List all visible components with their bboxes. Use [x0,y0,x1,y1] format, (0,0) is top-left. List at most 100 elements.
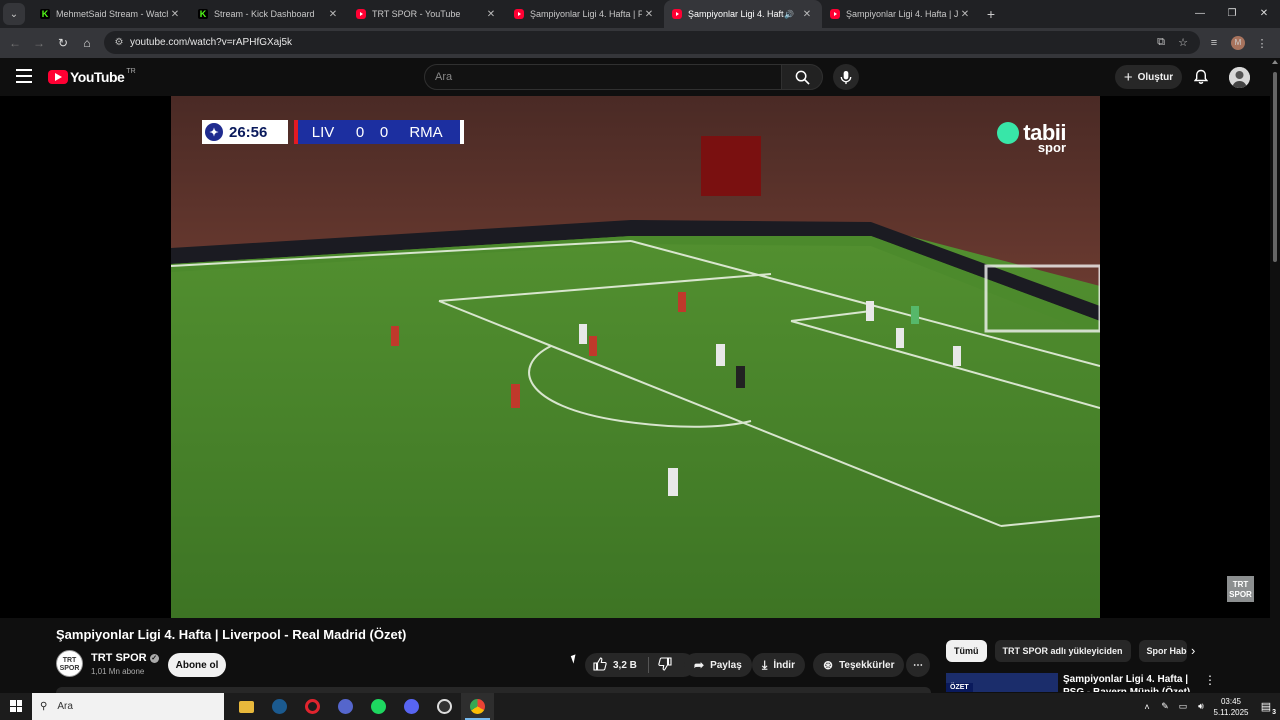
profile-avatar[interactable]: M [1231,36,1245,50]
hamburger-menu-icon[interactable] [16,69,32,87]
app-circle-icon[interactable] [329,693,362,720]
like-dislike-group: 3,2 B [585,653,695,677]
search-input[interactable] [435,65,781,89]
tab-media-icon[interactable]: ≡ [1202,37,1226,49]
close-icon[interactable]: ✕ [326,9,340,20]
create-label: Oluştur [1137,71,1174,83]
opera-icon[interactable] [296,693,329,720]
url-text[interactable]: youtube.com/watch?v=rAPHfGXaj5k [130,37,292,48]
discord-icon[interactable] [395,693,428,720]
chip-all[interactable]: Tümü [946,640,987,662]
tab-title: MehmetSaid Stream - Watch Li [56,9,168,19]
thanks-label: Teşekkürler [839,659,895,671]
tab-title: Şampiyonlar Ligi 4. Hafta | Juve [846,9,958,19]
recommended-thumbnail[interactable]: ÖZET [946,673,1058,692]
restore-icon[interactable]: ❐ [1216,0,1248,28]
tab-title: Şampiyonlar Ligi 4. Hafta | L [688,9,784,19]
browser-tab[interactable]: TRT SPOR - YouTube ✕ [348,0,506,28]
browser-tab[interactable]: Şampiyonlar Ligi 4. Hafta | Juve ✕ [822,0,980,28]
kebab-menu-icon[interactable]: ⋮ [1204,673,1216,687]
file-explorer-icon[interactable] [230,693,263,720]
account-avatar[interactable] [1229,67,1250,88]
new-tab-button[interactable]: + [980,6,1002,22]
recommended-video[interactable]: ÖZET Şampiyonlar Ligi 4. Hafta | PSG - B… [946,673,1216,692]
reload-icon[interactable]: ↻ [51,36,75,50]
install-app-icon[interactable]: ⧉ [1150,36,1172,49]
tabii-spor-logo: tabii spor [997,120,1066,155]
taskbar-search-placeholder: Ara [57,701,73,712]
chrome-icon[interactable] [461,693,494,720]
trt-spor-watermark: TRT SPOR [1227,576,1254,602]
page-scrollbar[interactable] [1270,58,1280,692]
close-icon[interactable]: ✕ [958,9,972,20]
spotify-icon[interactable] [362,693,395,720]
scroll-up-icon[interactable] [1272,60,1278,64]
voice-search-button[interactable] [833,64,859,90]
recommended-title[interactable]: Şampiyonlar Ligi 4. Hafta | PSG - Bayern… [1063,673,1203,692]
away-score: 0 [379,123,389,141]
site-info-icon[interactable]: ⚙ [108,37,130,48]
notifications-button[interactable] [1192,67,1210,87]
notification-center-icon[interactable]: ▤ 3 [1252,700,1280,716]
clock[interactable]: 03:45 5.11.2025 [1210,696,1252,718]
channel-name[interactable]: TRT SPOR ✓ [91,652,159,664]
channel-avatar[interactable]: TRT SPOR [56,650,83,677]
chip-sports-news[interactable]: Spor Habe [1138,640,1187,662]
like-count[interactable]: 3,2 B [613,660,637,671]
microphone-icon [840,70,852,84]
youtube-icon [356,9,366,19]
close-icon[interactable]: ✕ [800,9,814,20]
chevron-up-icon[interactable]: ˄ [1138,702,1156,712]
video-player[interactable]: ✦ 26:56 LIV 0 0 RMA tabii spor [171,96,1100,618]
minimize-icon[interactable]: — [1184,0,1216,28]
youtube-wordmark: YouTube [70,69,125,85]
thanks-group: ⊛ Teşekkürler [813,653,905,677]
channel-name-text[interactable]: TRT SPOR [91,652,147,664]
close-icon[interactable]: ✕ [642,9,656,20]
more-actions-button[interactable]: ⋯ [906,653,930,677]
scoreboard: ✦ 26:56 LIV 0 0 RMA [202,120,464,144]
browser-tab-active[interactable]: Şampiyonlar Ligi 4. Hafta | L 🔊 ✕ [664,0,822,28]
back-icon[interactable]: ← [3,36,27,50]
pen-icon[interactable]: ✎ [1156,701,1174,712]
windows-start-icon[interactable] [10,700,22,712]
close-icon[interactable]: ✕ [484,9,498,20]
menu-kebab-icon[interactable]: ⋮ [1250,37,1274,50]
match-time: 26:56 [229,123,268,141]
thumbs-up-icon[interactable] [593,656,607,674]
close-window-icon[interactable]: ✕ [1248,0,1280,28]
browser-tab[interactable]: K MehmetSaid Stream - Watch Li ✕ [32,0,190,28]
volume-icon[interactable]: 🔊︎ [1192,701,1210,712]
bookmark-star-icon[interactable]: ☆ [1172,36,1194,49]
chevron-right-icon[interactable]: › [1191,643,1195,658]
tab-title: Şampiyonlar Ligi 4. Hafta | PSG [530,9,642,19]
obs-icon[interactable] [428,693,461,720]
share-arrow-icon: ➦ [694,658,705,672]
taskbar-search[interactable]: ⚲ Ara [32,693,224,720]
home-icon[interactable]: ⌂ [75,36,99,50]
mouse-cursor-icon [570,654,579,664]
clock-time: 03:45 [1220,696,1242,706]
speaker-icon[interactable]: 🔊 [784,10,794,19]
forward-icon[interactable]: → [27,36,51,50]
search-icon: ⚲ [40,701,48,712]
subscribe-button[interactable]: Abone ol [168,653,226,677]
download-group: ⤓ İndir [752,653,805,677]
thumbs-down-icon[interactable] [658,656,672,674]
browser-tab[interactable]: K Stream - Kick Dashboard ✕ [190,0,348,28]
steam-icon[interactable] [263,693,296,720]
search-button[interactable] [781,64,823,90]
youtube-logo[interactable]: YouTube TR [48,68,136,85]
scrollbar-thumb[interactable] [1273,72,1277,262]
omnibox[interactable]: ⚙ youtube.com/watch?v=rAPHfGXaj5k ⧉ ☆ [104,31,1200,54]
close-icon[interactable]: ✕ [168,9,182,20]
tab-search-button[interactable]: ⌄ [3,3,25,25]
network-icon[interactable]: ▭ [1174,701,1192,712]
browser-tab[interactable]: Şampiyonlar Ligi 4. Hafta | PSG ✕ [506,0,664,28]
away-team: RMA [409,123,443,141]
create-button[interactable]: + Oluştur [1115,65,1182,89]
share-button[interactable]: ➦ Paylaş [684,653,752,677]
thanks-button[interactable]: ⊛ Teşekkürler [813,653,905,677]
download-button[interactable]: ⤓ İndir [752,653,805,677]
chip-from-uploader[interactable]: TRT SPOR adlı yükleyiciden [994,640,1131,662]
